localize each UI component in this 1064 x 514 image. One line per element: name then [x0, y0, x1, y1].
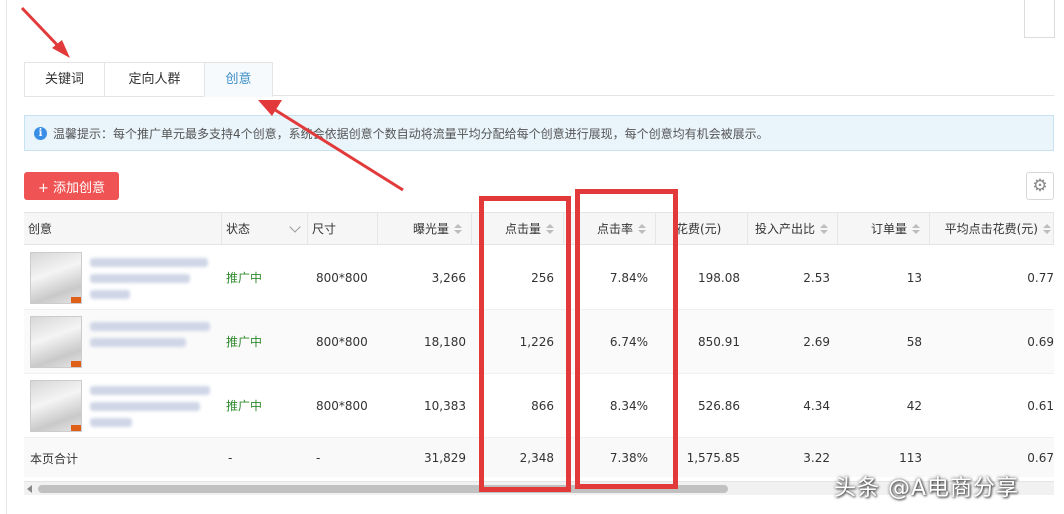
header-label: 曝光量	[412, 222, 449, 236]
header-creative: 创意	[24, 213, 222, 244]
status-badge: 推广中	[226, 271, 263, 285]
avg-cpc-cell: 0.77	[1027, 270, 1054, 285]
roi-cell: 2.69	[803, 334, 830, 349]
size-cell: 800*800	[316, 398, 368, 413]
tab-creative[interactable]: 创意	[204, 62, 273, 97]
page-left-border	[6, 0, 7, 514]
tip-notice: i 温馨提示：每个推广单元最多支持4个创意，系统会依据创意个数自动将流量平均分配…	[24, 115, 1054, 151]
header-roi[interactable]: 投入产出比	[748, 213, 838, 244]
header-label: 状态	[226, 222, 251, 236]
arrow-to-tabs	[20, 6, 70, 58]
orders-cell: 13	[906, 270, 922, 285]
orders-cell: 42	[906, 398, 922, 413]
blurred-title	[90, 402, 200, 411]
header-impressions[interactable]: 曝光量	[378, 213, 472, 244]
summary-size: -	[316, 451, 321, 465]
roi-cell: 4.34	[803, 398, 830, 413]
header-label: 尺寸	[312, 222, 337, 236]
sort-icon[interactable]	[1043, 223, 1051, 235]
blurred-title	[90, 338, 186, 347]
avg-cpc-cell: 0.61	[1027, 398, 1054, 413]
header-avg-cpc[interactable]: 平均点击花费(元)	[930, 213, 1054, 244]
tab-keywords[interactable]: 关键词	[24, 62, 105, 97]
gear-icon[interactable]: ⚙	[1026, 172, 1054, 200]
product-thumbnail[interactable]	[30, 380, 82, 432]
header-orders[interactable]: 订单量	[838, 213, 930, 244]
avg-cpc-cell: 0.69	[1027, 334, 1054, 349]
sort-icon[interactable]	[820, 223, 828, 235]
summary-label: 本页合计	[30, 451, 79, 466]
blurred-price	[90, 290, 130, 299]
summary-roi: 3.22	[803, 451, 830, 465]
sort-icon[interactable]	[912, 223, 920, 235]
impressions-cell: 3,266	[431, 270, 466, 285]
header-status[interactable]: 状态	[222, 213, 308, 244]
tip-text: 温馨提示：每个推广单元最多支持4个创意，系统会依据创意个数自动将流量平均分配给每…	[53, 126, 769, 141]
status-badge: 推广中	[226, 335, 263, 349]
header-label: 花费(元)	[676, 222, 722, 236]
chevron-down-icon[interactable]	[289, 220, 301, 233]
header-label: 平均点击花费(元)	[944, 222, 1038, 236]
header-label: 创意	[28, 222, 53, 236]
product-thumbnail[interactable]	[30, 316, 82, 368]
tab-target-audience[interactable]: 定向人群	[104, 62, 205, 97]
info-icon: i	[34, 126, 47, 140]
summary-impressions: 31,829	[424, 451, 466, 465]
roi-cell: 2.53	[803, 270, 830, 285]
tab-bar: 关键词 定向人群 创意	[24, 62, 1054, 97]
summary-status: -	[228, 451, 233, 465]
add-creative-button[interactable]: + 添加创意	[24, 172, 119, 200]
header-label: 投入产出比	[754, 222, 815, 236]
size-cell: 800*800	[316, 270, 368, 285]
product-thumbnail[interactable]	[30, 252, 82, 304]
status-badge: 推广中	[226, 399, 263, 413]
clicks-highlight-box	[479, 196, 571, 492]
top-right-box	[1024, 0, 1055, 38]
blurred-title	[90, 386, 210, 395]
size-cell: 800*800	[316, 334, 368, 349]
ctr-highlight-box	[575, 189, 678, 489]
header-size: 尺寸	[308, 213, 378, 244]
blurred-title	[90, 274, 190, 283]
blurred-title	[90, 322, 210, 331]
header-label: 订单量	[870, 222, 907, 236]
impressions-cell: 18,180	[424, 334, 466, 349]
blurred-price	[90, 418, 132, 427]
sort-icon[interactable]	[454, 223, 462, 235]
orders-cell: 58	[906, 334, 922, 349]
blurred-title	[90, 258, 208, 267]
scroll-left-icon[interactable]	[27, 485, 32, 493]
watermark-text: 头条 @A电商分享	[834, 476, 1020, 501]
impressions-cell: 10,383	[424, 398, 466, 413]
